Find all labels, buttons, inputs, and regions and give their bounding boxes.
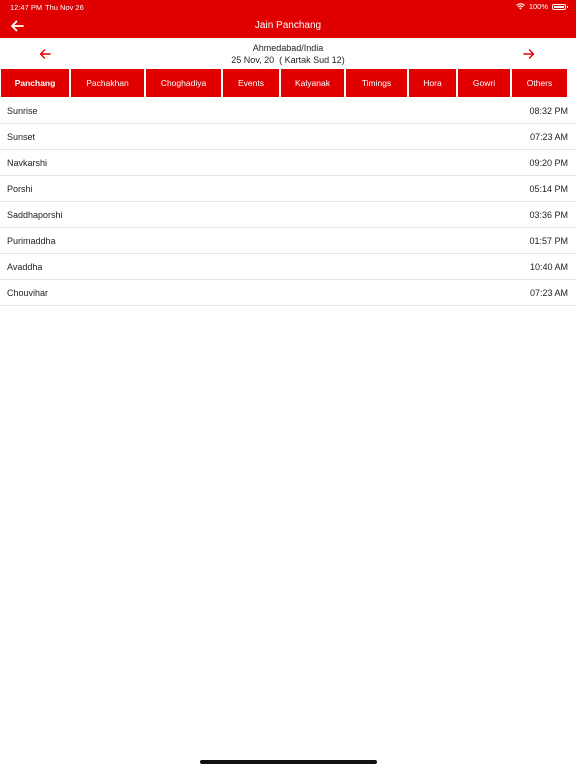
list-item: Saddhaporshi 03:36 PM [0,202,576,228]
row-value: 01:57 PM [529,236,568,246]
row-value: 07:23 AM [529,132,568,142]
row-label: Porshi [7,184,33,194]
list-item: Chouvihar 07:23 AM [0,280,576,306]
list-item: Sunrise 08:32 PM [0,98,576,124]
row-label: Saddhaporshi [7,210,63,220]
status-time: 12:47 PM [10,3,43,12]
row-value: 09:20 PM [529,158,568,168]
nav-bar: Jain Panchang [0,14,576,38]
page-title: Jain Panchang [254,20,322,31]
row-label: Chouvihar [7,288,49,298]
list-item: Navkarshi 09:20 PM [0,150,576,176]
status-date: Thu Nov 26 [45,3,84,12]
timings-list: Sunrise 08:32 PM Sunset 07:23 AM Navkars… [0,98,576,306]
battery-percent: 100% [528,2,548,11]
battery-icon [552,3,568,10]
list-item: Purimaddha 01:57 PM [0,228,576,254]
row-label: Purimaddha [7,236,56,246]
tab-others[interactable]: Others [512,69,567,97]
wifi-icon [515,3,525,10]
row-label: Navkarshi [7,158,48,168]
list-item: Avaddha 10:40 AM [0,254,576,280]
date-navigator: Ahmedabad/India 25 Nov, 20 ( Kartak Sud … [0,38,576,70]
row-value: 08:32 PM [529,106,568,116]
home-indicator[interactable] [200,760,377,764]
date-label: 25 Nov, 20 ( Kartak Sud 12) [231,55,345,65]
tab-timings[interactable]: Timings [346,69,407,97]
tab-panchang[interactable]: Panchang [1,69,69,97]
row-label: Sunrise [7,106,38,116]
tab-kalyanak[interactable]: Kalyanak [281,69,344,97]
list-item: Sunset 07:23 AM [0,124,576,150]
tab-bar: Panchang Pachakhan Choghadiya Events Kal… [0,69,576,97]
row-label: Avaddha [7,262,43,272]
status-right: 100% [515,2,568,11]
tab-hora[interactable]: Hora [409,69,456,97]
status-bar: 12:47 PM Thu Nov 26 100% [0,0,576,14]
tab-pachakhan[interactable]: Pachakhan [71,69,144,97]
tab-gowri[interactable]: Gowri [458,69,510,97]
next-day-arrow-icon[interactable] [521,46,537,62]
row-value: 05:14 PM [529,184,568,194]
list-item: Porshi 05:14 PM [0,176,576,202]
row-value: 03:36 PM [529,210,568,220]
location-label: Ahmedabad/India [252,43,324,53]
tab-choghadiya[interactable]: Choghadiya [146,69,221,97]
row-value: 07:23 AM [529,288,568,298]
tab-events[interactable]: Events [223,69,279,97]
row-value: 10:40 AM [529,262,568,272]
row-label: Sunset [7,132,36,142]
